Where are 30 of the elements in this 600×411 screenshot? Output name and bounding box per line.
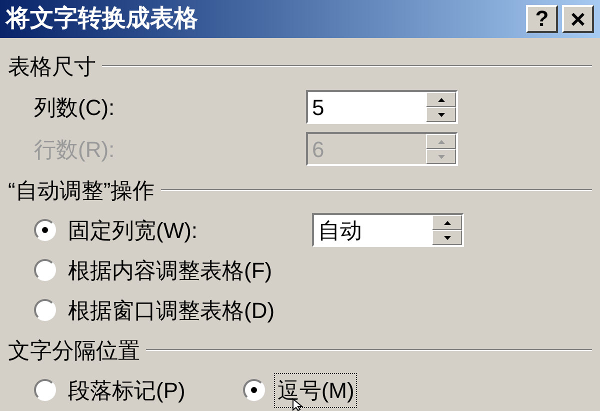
- radio-label[interactable]: 根据内容调整表格(F): [66, 254, 274, 286]
- radio-button[interactable]: [34, 379, 56, 401]
- section-heading: 文字分隔位置: [8, 336, 140, 364]
- spin-field[interactable]: 自动: [312, 213, 464, 247]
- help-button[interactable]: ?: [526, 5, 558, 33]
- radio-button[interactable]: [34, 299, 56, 321]
- radio-label[interactable]: 固定列宽(W):: [66, 214, 200, 246]
- radio-label[interactable]: 段落标记(P): [66, 374, 188, 406]
- section-heading: “自动调整”操作: [8, 176, 155, 204]
- spin-down-button[interactable]: [432, 230, 462, 245]
- caret-down-icon: [438, 154, 444, 158]
- field-label: 行数(R):: [34, 136, 116, 164]
- radio-button[interactable]: [34, 259, 56, 281]
- caret-up-icon: [444, 220, 450, 224]
- radio-button[interactable]: [243, 379, 266, 401]
- spin-up-button[interactable]: [426, 92, 456, 107]
- spin-down-button[interactable]: [426, 107, 456, 122]
- caret-down-icon: [438, 112, 444, 116]
- field-label: 列数(C):: [34, 94, 116, 122]
- section-heading: 表格尺寸: [8, 52, 96, 80]
- spin-field[interactable]: 5: [306, 90, 458, 124]
- radio-button[interactable]: [34, 219, 56, 241]
- radio-label[interactable]: 逗号(M): [275, 374, 356, 406]
- radio-label[interactable]: 根据窗口调整表格(D): [66, 294, 277, 326]
- caret-up-icon: [438, 140, 444, 144]
- spin-up-button[interactable]: [432, 215, 462, 230]
- window-title: 将文字转换成表格: [6, 7, 198, 31]
- caret-down-icon: [444, 236, 450, 240]
- caret-up-icon: [438, 98, 444, 102]
- close-button[interactable]: ×: [562, 5, 594, 33]
